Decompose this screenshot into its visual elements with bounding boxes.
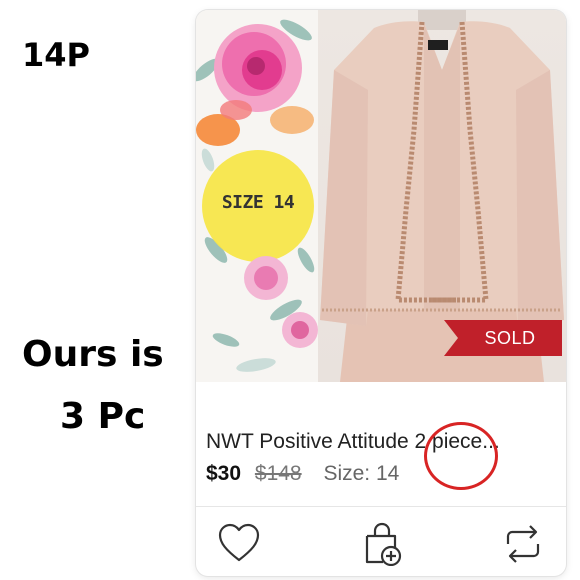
highlight-circle	[424, 422, 498, 490]
floral-graphic: SIZE 14	[196, 10, 318, 382]
share-button[interactable]	[500, 522, 546, 566]
size-overlay-label: SIZE 14	[221, 192, 295, 213]
action-bar	[196, 510, 566, 576]
size-annotation: 14P	[22, 36, 90, 74]
ours-annotation-line1: Ours is	[22, 334, 164, 375]
heart-icon	[218, 523, 260, 562]
share-arrows-icon	[506, 525, 540, 563]
card-divider	[196, 506, 566, 507]
bag-plus-icon	[365, 522, 402, 567]
like-button[interactable]	[216, 522, 262, 566]
original-price: $148	[254, 462, 302, 485]
price-row: $30 $148 Size: 14	[206, 462, 399, 486]
bundle-button[interactable]	[359, 522, 405, 567]
listing-price: $30	[206, 462, 242, 485]
sold-badge: SOLD	[444, 320, 562, 356]
listing-title[interactable]: NWT Positive Attitude 2 piece...	[206, 430, 556, 454]
ours-annotation-line2: 3 Pc	[60, 396, 146, 437]
listing-size: Size: 14	[323, 462, 400, 485]
listing-photo[interactable]: SIZE 14 SOLD	[196, 10, 566, 382]
listing-card[interactable]: SIZE 14 SOLD NWT Positive Attitude 2 pie…	[196, 10, 566, 576]
